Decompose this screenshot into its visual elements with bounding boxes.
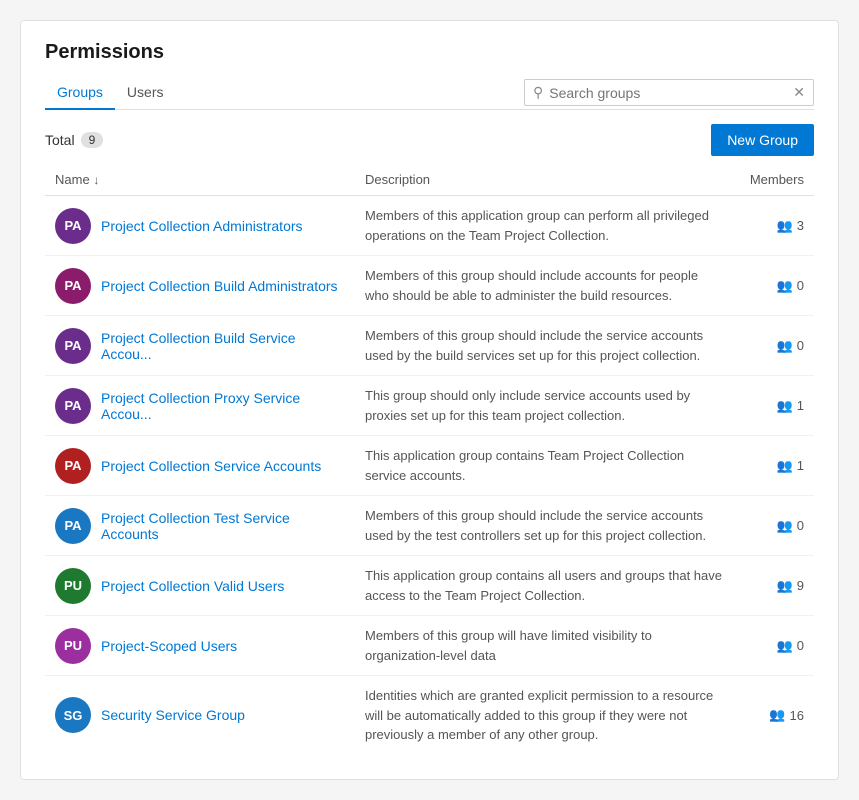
members-count: 0: [797, 518, 804, 533]
avatar: PA: [55, 268, 91, 304]
members-icon: 👥: [777, 458, 793, 474]
avatar: PA: [55, 448, 91, 484]
toolbar: Total 9 New Group: [45, 124, 814, 156]
group-name-link[interactable]: Project Collection Valid Users: [101, 578, 284, 594]
members-cell: 👥 9: [745, 578, 804, 594]
members-count: 16: [790, 708, 804, 723]
tab-users[interactable]: Users: [115, 76, 176, 110]
description-text: Members of this group should include the…: [365, 328, 703, 363]
table-row: SG Security Service Group Identities whi…: [45, 676, 814, 755]
avatar: SG: [55, 697, 91, 733]
table-body: PA Project Collection Administrators Mem…: [45, 196, 814, 755]
description-text: Members of this application group can pe…: [365, 208, 709, 243]
members-cell: 👥 0: [745, 278, 804, 294]
members-icon: 👥: [777, 638, 793, 654]
group-name-link[interactable]: Project-Scoped Users: [101, 638, 237, 654]
avatar: PA: [55, 328, 91, 364]
clear-icon[interactable]: ✕: [793, 84, 805, 101]
avatar: PA: [55, 208, 91, 244]
table-row: PA Project Collection Build Service Acco…: [45, 316, 814, 376]
members-cell: 👥 16: [745, 707, 804, 723]
members-count: 0: [797, 338, 804, 353]
groups-table: Name ↓ Description Members PA Project Co…: [45, 164, 814, 755]
description-column-header: Description: [355, 164, 735, 196]
members-cell: 👥 0: [745, 518, 804, 534]
table-row: PU Project-Scoped Users Members of this …: [45, 616, 814, 676]
sort-arrow-icon: ↓: [93, 173, 99, 187]
members-icon: 👥: [777, 218, 793, 234]
members-icon: 👥: [777, 338, 793, 354]
members-count: 3: [797, 218, 804, 233]
group-name-cell: PA Project Collection Build Administrato…: [55, 268, 345, 304]
members-count: 0: [797, 638, 804, 653]
table-row: PA Project Collection Service Accounts T…: [45, 436, 814, 496]
group-name-link[interactable]: Project Collection Build Service Accou..…: [101, 330, 345, 362]
group-name-link[interactable]: Project Collection Proxy Service Accou..…: [101, 390, 345, 422]
members-cell: 👥 0: [745, 638, 804, 654]
permissions-container: Permissions Groups Users ⚲ ✕ Total 9 New…: [20, 20, 839, 780]
group-name-cell: PU Project Collection Valid Users: [55, 568, 345, 604]
tab-list: Groups Users: [45, 76, 175, 109]
members-column-header: Members: [735, 164, 814, 196]
tabs-row: Groups Users ⚲ ✕: [45, 76, 814, 110]
group-name-link[interactable]: Security Service Group: [101, 707, 245, 723]
members-icon: 👥: [777, 278, 793, 294]
members-cell: 👥 0: [745, 338, 804, 354]
avatar: PU: [55, 568, 91, 604]
table-header-row: Name ↓ Description Members: [45, 164, 814, 196]
group-name-cell: PA Project Collection Administrators: [55, 208, 345, 244]
table-row: PA Project Collection Proxy Service Acco…: [45, 376, 814, 436]
description-text: This application group contains Team Pro…: [365, 448, 684, 483]
members-icon: 👥: [769, 707, 785, 723]
group-name-link[interactable]: Project Collection Service Accounts: [101, 458, 321, 474]
group-name-cell: PA Project Collection Proxy Service Acco…: [55, 388, 345, 424]
group-name-cell: PA Project Collection Test Service Accou…: [55, 508, 345, 544]
group-name-cell: PA Project Collection Build Service Acco…: [55, 328, 345, 364]
members-cell: 👥 1: [745, 398, 804, 414]
description-text: Members of this group will have limited …: [365, 628, 652, 663]
table-row: PA Project Collection Administrators Mem…: [45, 196, 814, 256]
description-text: Members of this group should include the…: [365, 508, 706, 543]
new-group-button[interactable]: New Group: [711, 124, 814, 156]
search-input[interactable]: [549, 85, 793, 101]
members-icon: 👥: [777, 578, 793, 594]
members-count: 1: [797, 458, 804, 473]
table-row: PA Project Collection Build Administrato…: [45, 256, 814, 316]
search-icon: ⚲: [533, 84, 543, 101]
group-name-link[interactable]: Project Collection Build Administrators: [101, 278, 338, 294]
total-count-badge: 9: [81, 132, 104, 148]
members-cell: 👥 1: [745, 458, 804, 474]
description-text: Identities which are granted explicit pe…: [365, 688, 713, 742]
table-row: PA Project Collection Test Service Accou…: [45, 496, 814, 556]
search-box[interactable]: ⚲ ✕: [524, 79, 814, 106]
group-name-link[interactable]: Project Collection Test Service Accounts: [101, 510, 345, 542]
members-count: 9: [797, 578, 804, 593]
tab-groups[interactable]: Groups: [45, 76, 115, 110]
description-text: This application group contains all user…: [365, 568, 722, 603]
description-text: This group should only include service a…: [365, 388, 690, 423]
description-text: Members of this group should include acc…: [365, 268, 698, 303]
name-column-header[interactable]: Name ↓: [45, 164, 355, 196]
page-title: Permissions: [45, 41, 814, 64]
avatar: PA: [55, 388, 91, 424]
group-name-cell: PA Project Collection Service Accounts: [55, 448, 345, 484]
members-count: 0: [797, 278, 804, 293]
table-row: PU Project Collection Valid Users This a…: [45, 556, 814, 616]
members-icon: 👥: [777, 518, 793, 534]
group-name-link[interactable]: Project Collection Administrators: [101, 218, 303, 234]
avatar: PU: [55, 628, 91, 664]
avatar: PA: [55, 508, 91, 544]
total-count-area: Total 9: [45, 132, 103, 148]
members-icon: 👥: [777, 398, 793, 414]
group-name-cell: SG Security Service Group: [55, 697, 345, 733]
total-label: Total: [45, 132, 75, 148]
group-name-cell: PU Project-Scoped Users: [55, 628, 345, 664]
members-count: 1: [797, 398, 804, 413]
members-cell: 👥 3: [745, 218, 804, 234]
